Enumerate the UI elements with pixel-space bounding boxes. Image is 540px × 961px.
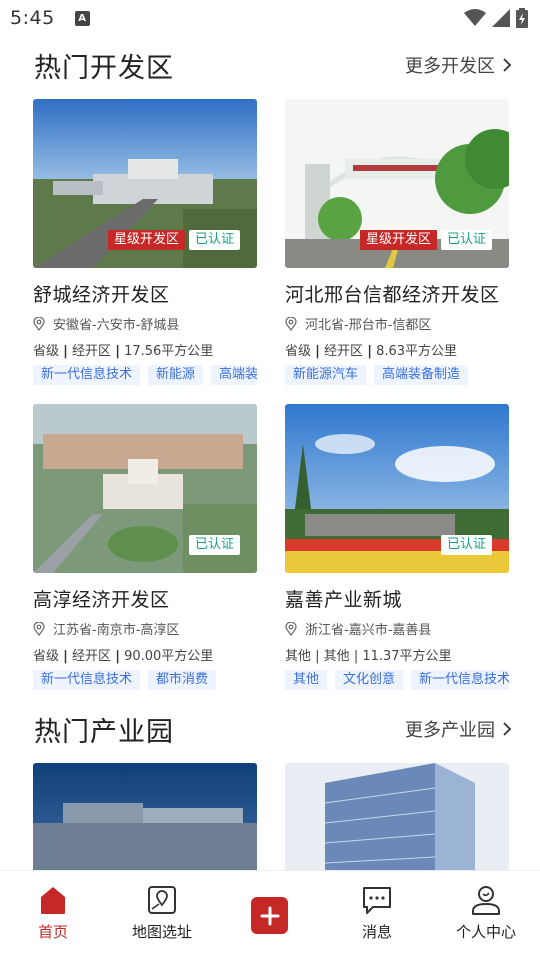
industry-tags: 新能源汽车 高端装备制造 bbox=[285, 365, 509, 385]
zone-area: 90.00平方公里 bbox=[124, 649, 214, 664]
dev-zones-header: 热门开发区 更多开发区 bbox=[34, 45, 512, 85]
chevron-right-icon bbox=[503, 58, 512, 72]
dev-zones-title: 热门开发区 bbox=[34, 52, 174, 84]
dev-zone-photo: 已认证 bbox=[285, 404, 509, 573]
wifi-icon bbox=[464, 9, 486, 26]
plus-icon bbox=[260, 906, 279, 925]
scroll-content[interactable]: 热门开发区 更多开发区 星级开发区 已认证 舒城经济开发区 安徽省-六安市-舒城… bbox=[0, 36, 540, 870]
park-card[interactable] bbox=[285, 763, 509, 870]
nav-map-site-label: 地图选址 bbox=[131, 923, 192, 941]
location-text: 江苏省-南京市-高淳区 bbox=[53, 623, 180, 638]
industry-tag: 新能源汽车 bbox=[285, 365, 367, 385]
dev-zone-photo: 星级开发区 已认证 bbox=[33, 99, 257, 268]
certified-badge: 已认证 bbox=[440, 230, 492, 250]
nav-messages[interactable]: 消息 bbox=[337, 885, 417, 942]
dev-zone-info: 其他 | 其他 | 11.37平方公里 bbox=[285, 649, 452, 664]
zone-type: 经开区 bbox=[324, 344, 364, 359]
more-dev-zones-link[interactable]: 更多开发区 bbox=[405, 52, 512, 78]
location-text: 安徽省-六安市-舒城县 bbox=[53, 318, 180, 333]
dev-zone-name: 高淳经济开发区 bbox=[33, 589, 170, 611]
industry-tag: 都市消费 bbox=[148, 670, 217, 690]
zone-type: 经开区 bbox=[72, 344, 112, 359]
dev-zone-location: 江苏省-南京市-高淳区 bbox=[33, 619, 257, 638]
zone-area: 8.63平方公里 bbox=[376, 344, 458, 359]
dev-zone-name: 嘉善产业新城 bbox=[285, 589, 403, 611]
user-icon bbox=[472, 886, 500, 915]
battery-icon bbox=[516, 8, 528, 28]
dev-zone-info: 省级 | 经开区 | 90.00平方公里 bbox=[33, 649, 214, 664]
level-badge: 星级开发区 bbox=[107, 230, 185, 250]
status-bar: 5:45 A bbox=[0, 0, 540, 36]
chevron-right-icon bbox=[503, 722, 512, 736]
more-parks-link[interactable]: 更多产业园 bbox=[405, 716, 512, 742]
industry-tag: 高端装 bbox=[211, 365, 257, 385]
status-time: 5:45 bbox=[10, 7, 55, 29]
certified-badge: 已认证 bbox=[188, 535, 240, 555]
industry-tag: 其他 bbox=[285, 670, 328, 690]
dev-zone-card[interactable]: 已认证 高淳经济开发区 江苏省-南京市-高淳区 省级 | 经开区 | 90.00… bbox=[33, 404, 257, 690]
park-photo bbox=[285, 763, 509, 870]
certified-badge: 已认证 bbox=[188, 230, 240, 250]
dev-zone-card[interactable]: 星级开发区 已认证 舒城经济开发区 安徽省-六安市-舒城县 省级 | 经开区 |… bbox=[33, 99, 257, 385]
zone-grade: 省级 bbox=[285, 344, 312, 359]
location-pin-icon bbox=[285, 621, 297, 636]
dev-zone-photo: 星级开发区 已认证 bbox=[285, 99, 509, 268]
map-location-icon bbox=[148, 886, 176, 914]
message-icon bbox=[363, 887, 391, 914]
location-text: 浙江省-嘉兴市-嘉善县 bbox=[305, 623, 432, 638]
zone-grade: 省级 bbox=[33, 344, 60, 359]
dev-zone-name: 舒城经济开发区 bbox=[33, 284, 170, 306]
dev-zone-card[interactable]: 星级开发区 已认证 河北邢台信都经济开发区 河北省-邢台市-信都区 省级 | 经… bbox=[285, 99, 509, 385]
nav-profile-label: 个人中心 bbox=[455, 923, 516, 941]
industry-tags: 新一代信息技术 都市消费 bbox=[33, 670, 257, 690]
nav-home[interactable]: 首页 bbox=[13, 885, 93, 942]
industry-tags: 其他 文化创意 新一代信息技术 bbox=[285, 670, 509, 690]
parks-header: 热门产业园 更多产业园 bbox=[34, 709, 512, 749]
location-pin-icon bbox=[33, 621, 45, 636]
dev-zone-card[interactable]: 已认证 嘉善产业新城 浙江省-嘉兴市-嘉善县 其他 | 其他 | 11.37平方… bbox=[285, 404, 509, 690]
industry-tag: 高端装备制造 bbox=[374, 365, 469, 385]
dev-zone-location: 安徽省-六安市-舒城县 bbox=[33, 314, 257, 333]
home-icon bbox=[41, 887, 65, 914]
parks-title: 热门产业园 bbox=[34, 716, 174, 748]
zone-area: 17.56平方公里 bbox=[124, 344, 214, 359]
add-button[interactable] bbox=[251, 897, 288, 934]
industry-tag: 新能源 bbox=[148, 365, 204, 385]
industry-tag: 新一代信息技术 bbox=[411, 670, 509, 690]
zone-grade: 省级 bbox=[33, 649, 60, 664]
industry-tag: 文化创意 bbox=[335, 670, 404, 690]
zone-grade: 其他 bbox=[285, 649, 312, 664]
dev-zone-location: 浙江省-嘉兴市-嘉善县 bbox=[285, 619, 509, 638]
level-badge: 星级开发区 bbox=[359, 230, 437, 250]
dev-zone-info: 省级 | 经开区 | 17.56平方公里 bbox=[33, 344, 214, 359]
nav-home-label: 首页 bbox=[37, 923, 68, 941]
industry-tags: 新一代信息技术 新能源 高端装 bbox=[33, 365, 257, 385]
park-photo bbox=[33, 763, 257, 870]
location-pin-icon bbox=[33, 316, 45, 331]
more-dev-zones-label: 更多开发区 bbox=[405, 56, 495, 77]
more-parks-label: 更多产业园 bbox=[405, 720, 495, 741]
dev-zone-location: 河北省-邢台市-信都区 bbox=[285, 314, 509, 333]
dev-zone-name: 河北邢台信都经济开发区 bbox=[285, 284, 500, 306]
zone-type: 其他 bbox=[323, 649, 350, 664]
location-pin-icon bbox=[285, 316, 297, 331]
bottom-nav: 首页 地图选址 消息 个人中心 bbox=[0, 870, 540, 961]
certified-badge: 已认证 bbox=[440, 535, 492, 555]
notification-a-icon: A bbox=[74, 10, 90, 26]
nav-profile[interactable]: 个人中心 bbox=[446, 885, 526, 942]
park-card[interactable] bbox=[33, 763, 257, 870]
location-text: 河北省-邢台市-信都区 bbox=[305, 318, 432, 333]
nav-map-site[interactable]: 地图选址 bbox=[122, 885, 202, 942]
dev-zone-info: 省级 | 经开区 | 8.63平方公里 bbox=[285, 344, 458, 359]
zone-area: 11.37平方公里 bbox=[362, 649, 452, 664]
nav-messages-label: 消息 bbox=[361, 923, 392, 941]
signal-icon bbox=[492, 9, 510, 27]
industry-tag: 新一代信息技术 bbox=[33, 670, 141, 690]
industry-tag: 新一代信息技术 bbox=[33, 365, 141, 385]
dev-zone-photo: 已认证 bbox=[33, 404, 257, 573]
zone-type: 经开区 bbox=[72, 649, 112, 664]
